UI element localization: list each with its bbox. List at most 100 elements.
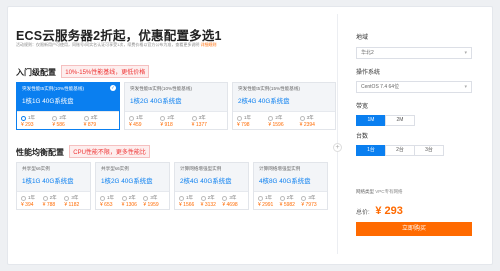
product-name: 共享型s6实例 [101,166,129,171]
radio-icon[interactable] [179,195,184,201]
duration-option[interactable]: 1年 [21,114,52,122]
radio-icon[interactable] [143,195,149,201]
price-value: ¥ 1566 [179,202,195,208]
price-row: ¥ 394 ¥ 788 ¥ 1182 [17,202,90,210]
radio-icon[interactable] [83,115,89,121]
radio-icon[interactable] [100,195,105,201]
radio-icon[interactable] [21,115,26,121]
count-3-button[interactable]: 3台 [414,145,444,156]
count-2-button[interactable]: 2台 [385,145,415,156]
product-card[interactable]: 突发性能t5实例(10%性能基线) 1核1G 40G系统盘 ✓ 1年 2年 3年 ¥ 293… [16,82,120,130]
duration-option[interactable]: 2年 [121,194,144,202]
radio-icon[interactable] [64,195,70,201]
price-value: ¥ 653 [100,202,113,208]
product-spec: 1核1G 40G系统盘 [22,178,74,185]
duration-options: 1年 2年 3年 [175,194,248,202]
duration-options: 1年 2年 3年 [17,114,119,122]
duration-label: 3年 [308,195,316,200]
radio-icon[interactable] [268,115,274,121]
os-label: 操作系统 [356,70,381,76]
radio-icon[interactable] [160,115,166,121]
os-value: CentOS 7.4 64位 [361,84,400,90]
price-row: ¥ 293 ¥ 586 ¥ 879 [17,122,119,130]
radio-icon[interactable] [200,195,206,201]
balanced-section-title: 性能均衡配置 CPU性能不限，更多性能比 [16,145,150,158]
product-card[interactable]: 计算网络增强型实例 4核8G 40G系统盘 1年 2年 3年 ¥ 2991 ¥ 5982 ¥ … [253,162,328,210]
price-value: ¥ 1306 [121,202,137,208]
product-card[interactable]: 共享型s6实例 1核1G 40G系统盘 1年 2年 3年 ¥ 394 ¥ 788 ¥ 1182 [16,162,91,210]
entry-section-label: 入门级配置 [16,68,56,77]
rules-link[interactable]: 详细规则 [200,42,216,47]
radio-icon[interactable] [222,195,228,201]
radio-icon[interactable] [21,195,26,201]
product-card[interactable]: 计算网络增强型实例 2核4G 40G系统盘 1年 2年 3年 ¥ 1566 ¥ 3132 ¥ … [174,162,249,210]
duration-option[interactable]: 2年 [160,114,191,122]
price-value: ¥ 3132 [200,202,216,208]
radio-icon[interactable] [301,195,307,201]
duration-option[interactable]: 1年 [100,194,122,202]
total-price: 总价: ¥ 293 [356,205,403,217]
duration-option[interactable]: 1年 [237,114,268,122]
chevron-down-icon: ▾ [464,84,467,90]
price-row: ¥ 1566 ¥ 3132 ¥ 4698 [175,202,248,210]
price-row: ¥ 459 ¥ 918 ¥ 1377 [125,122,227,130]
price-value: ¥ 5982 [279,202,295,208]
duration-options: 1年 2年 3年 [96,194,169,202]
duration-option[interactable]: 2年 [268,114,299,122]
check-icon: ✓ [110,85,116,91]
duration-option[interactable]: 3年 [191,114,223,122]
region-select[interactable]: 华北2 ▾ [356,47,472,59]
bandwidth-2m-button[interactable]: 2M [385,115,415,126]
entry-section-title: 入门级配置 10%-15%性能基线，更低价格 [16,65,150,78]
product-card[interactable]: 突发性能t5实例(10%性能基线) 1核2G 40G系统盘 1年 2年 3年 ¥ 459 ¥… [124,82,228,130]
radio-icon[interactable] [129,115,134,121]
os-select[interactable]: CentOS 7.4 64位 ▾ [356,81,472,93]
column-divider [337,14,338,254]
duration-option[interactable]: 2年 [42,194,65,202]
radio-icon[interactable] [52,115,58,121]
radio-icon[interactable] [237,115,242,121]
price-value: ¥ 879 [83,122,97,128]
duration-label: 3年 [150,195,158,200]
duration-option[interactable]: 2年 [279,194,302,202]
duration-option[interactable]: 3年 [83,114,115,122]
duration-option[interactable]: 1年 [258,194,280,202]
radio-icon[interactable] [258,195,263,201]
network-value: VPC专有网络 [375,189,403,194]
duration-option[interactable]: 1年 [21,194,43,202]
region-label: 地域 [356,35,369,41]
price-value: ¥ 2991 [258,202,274,208]
duration-option[interactable]: 3年 [143,194,165,202]
duration-option[interactable]: 1年 [129,114,160,122]
count-1-button[interactable]: 1台 [356,145,386,156]
bandwidth-1m-button[interactable]: 1M [356,115,386,126]
product-card-header: 计算网络增强型实例 4核8G 40G系统盘 [254,163,327,192]
product-spec: 1核2G 40G系统盘 [101,178,153,185]
total-label: 总价: [356,210,370,216]
product-card[interactable]: 共享型s6实例 1核2G 40G系统盘 1年 2年 3年 ¥ 653 ¥ 1306 ¥ 195… [95,162,170,210]
duration-option[interactable]: 3年 [222,194,244,202]
radio-icon[interactable] [299,115,305,121]
duration-label: 1年 [28,115,36,120]
duration-option[interactable]: 2年 [52,114,83,122]
duration-label: 2年 [275,115,283,120]
radio-icon[interactable] [121,195,127,201]
radio-icon[interactable] [42,195,48,201]
radio-icon[interactable] [191,115,197,121]
radio-icon[interactable] [279,195,285,201]
duration-option[interactable]: 3年 [299,114,331,122]
price-row: ¥ 798 ¥ 1596 ¥ 2394 [233,122,335,130]
product-card-header: 突发性能t5实例(10%性能基线) 1核1G 40G系统盘 [17,83,119,112]
duration-label: 1年 [265,195,273,200]
duration-label: 3年 [71,195,79,200]
product-name: 突发性能t5实例(10%性能基线) [22,86,85,91]
duration-option[interactable]: 3年 [301,194,323,202]
product-card-header: 突发性能t5实例(10%性能基线) 1核2G 40G系统盘 [125,83,227,112]
duration-options: 1年 2年 3年 [125,114,227,122]
duration-label: 3年 [90,115,98,120]
duration-option[interactable]: 3年 [64,194,86,202]
duration-option[interactable]: 2年 [200,194,223,202]
duration-option[interactable]: 1年 [179,194,201,202]
buy-now-button[interactable]: 立即购买 [356,222,472,236]
product-card[interactable]: 突发性能t5实例(15%性能基线) 2核4G 40G系统盘 1年 2年 3年 ¥ 798 ¥… [232,82,336,130]
